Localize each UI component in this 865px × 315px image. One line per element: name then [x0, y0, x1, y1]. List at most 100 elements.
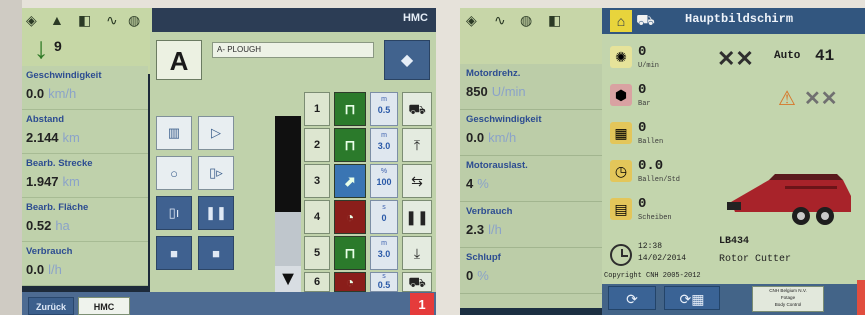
sequence-row[interactable]: 3 ⬈ % 100 ⇆	[304, 164, 434, 198]
row-value[interactable]: m 3.0	[370, 128, 398, 162]
refresh-button[interactable]: ⟳	[608, 286, 656, 310]
grid-icon: ▦	[691, 291, 705, 307]
metric-label: Schlupf	[466, 252, 501, 263]
sequence-row[interactable]: 2 ⊓ m 3.0 ⤒	[304, 128, 434, 162]
refresh-icon: ⟳	[626, 291, 638, 307]
refresh-icon: ⟳	[679, 291, 692, 307]
back-tab[interactable]: Zurück	[28, 297, 74, 315]
implement-lift-icon[interactable]: ⤒	[402, 128, 432, 162]
pause-icon: ❚❚	[205, 205, 227, 220]
row-mode-button[interactable]: ⊓	[334, 92, 366, 126]
sequence-row[interactable]: 6 ◔ s 0.5 ⛟	[304, 272, 434, 292]
row-mode-button[interactable]: ◔	[334, 200, 366, 234]
pto-icon: ◧	[78, 12, 92, 28]
metric-slip: Schlupf 0%	[460, 248, 602, 294]
row-mode-button[interactable]: ◔	[334, 272, 366, 292]
clock-hand	[621, 255, 628, 257]
diff-lock-icon: ◈	[26, 12, 37, 28]
screenshot-stage: ◈ ▲ ◧ ∿ ◍ ↓ 9 HMC Geschwindigkeit 0.0 km/…	[0, 0, 865, 315]
implement-icon: ▥	[167, 125, 181, 140]
step-forward-icon: ▯▹	[209, 165, 223, 180]
metric-value: 2.144 km	[26, 130, 80, 145]
stop-button[interactable]: ■	[156, 236, 192, 270]
play-button[interactable]: ▷	[198, 116, 234, 150]
sequence-row[interactable]: 4 ◔ s0 ❚❚	[304, 200, 434, 234]
main-screen: ◈ ∿ ◍ ◧ ⛟ ⌂ Hauptbildschirm Motordrehz. …	[460, 8, 865, 315]
metrics-sidebar: Motordrehz. 850 U/min Geschwindigkeit 0.0…	[460, 64, 602, 308]
hitch-icon[interactable]: ⇆	[402, 164, 432, 198]
sequence-slider[interactable]: ▼	[275, 116, 301, 292]
baler-model: LB434	[719, 236, 750, 247]
current-time: 12:38	[638, 242, 663, 251]
play-icon: ▷	[211, 125, 221, 140]
metric-value: 0%	[466, 268, 489, 283]
metric-speed: Geschwindigkeit 0.0 km/h	[460, 110, 602, 156]
row-value[interactable]: s0	[370, 200, 398, 234]
auto-value: 41	[815, 47, 835, 65]
metric-label: Verbrauch	[466, 206, 513, 217]
pulse-icon: ⊓	[344, 245, 356, 261]
metric-value: 0.52 ha	[26, 218, 70, 233]
pause-button[interactable]: ❚❚	[198, 196, 234, 230]
metric-consumption: Verbrauch 2.3 l/h	[460, 202, 602, 248]
wheel-icon: ◍	[128, 12, 141, 28]
implement-name-field[interactable]: A- PLOUGH	[212, 42, 374, 58]
stop-icon: ■	[212, 245, 220, 261]
slider-down-arrow-icon[interactable]: ▼	[275, 266, 301, 292]
baler-stripe	[785, 186, 837, 189]
tractor-icon[interactable]: ⛟	[402, 92, 432, 126]
learn-icon: ▯ı	[168, 205, 180, 220]
pulse-icon: ⊓	[344, 137, 356, 153]
row-value[interactable]: m 3.0	[370, 236, 398, 270]
implement-letter-button[interactable]: A	[156, 40, 202, 80]
pause-icon[interactable]: ❚❚	[402, 200, 432, 234]
metric-label: Motordrehz.	[466, 68, 521, 79]
row-mode-button[interactable]: ⬈	[334, 164, 366, 198]
metric-value: 2.3 l/h	[466, 222, 502, 237]
lower-icon[interactable]: ⤓	[402, 236, 432, 270]
diff-lock-icon: ◈	[466, 12, 477, 28]
metric-engine-speed: Motordrehz. 850 U/min	[460, 64, 602, 110]
knives-off-icon: ✕✕	[717, 46, 754, 71]
navigate-button[interactable]: ◆	[384, 40, 430, 80]
stop-icon: ■	[170, 245, 178, 261]
sequence-row[interactable]: 5 ⊓ m 3.0 ⤓	[304, 236, 434, 270]
row-mode-button[interactable]: ⊓	[334, 236, 366, 270]
learn-button[interactable]: ▯ı	[156, 196, 192, 230]
metric-label: Abstand	[26, 114, 64, 125]
metric-label: Verbrauch	[26, 246, 73, 257]
row-value[interactable]: m 0.5	[370, 92, 398, 126]
hmc-tab[interactable]: HMC	[78, 297, 130, 315]
knives-disabled-icon: ✕✕	[804, 88, 838, 110]
metric-label: Geschwindigkeit	[26, 70, 102, 81]
step-button[interactable]: ▯▹	[198, 156, 234, 190]
warning-icon: ▲	[50, 12, 64, 28]
sequence-row[interactable]: 1 ⊓ m 0.5 ⛟	[304, 92, 434, 126]
diamond-arrow-icon: ◆	[400, 52, 414, 69]
row-mode-button[interactable]: ⊓	[334, 128, 366, 162]
metric-value: 4%	[466, 176, 489, 191]
row-number: 1	[304, 92, 330, 126]
warning-icon: ⚠	[778, 88, 796, 110]
implement-action-button[interactable]: ▥	[156, 116, 192, 150]
metric-distance: Abstand 2.144 km	[22, 110, 148, 154]
info-box: CNH Belgium N.V. Fotage Body Control	[752, 286, 824, 312]
red-edge-marker	[857, 280, 865, 315]
metric-value: 850 U/min	[466, 84, 526, 99]
stop-button-2[interactable]: ■	[198, 236, 234, 270]
signal-icon: ∿	[494, 12, 506, 28]
row-value[interactable]: % 100	[370, 164, 398, 198]
pulse-icon: ⊓	[344, 101, 356, 117]
clock-icon: ◔	[345, 209, 355, 225]
grid-menu-button[interactable]: ⟳▦	[664, 286, 720, 310]
metric-speed: Geschwindigkeit 0.0 km/h	[22, 66, 148, 110]
tractor-icon[interactable]: ⛟	[402, 272, 432, 292]
row-value[interactable]: s 0.5	[370, 272, 398, 292]
status-icon-panel: ◈ ∿ ◍ ◧	[460, 8, 602, 64]
record-button[interactable]: ○	[156, 156, 192, 190]
flakes-icon: ▤	[610, 198, 632, 220]
metric-label: Bearb. Fläche	[26, 202, 89, 213]
home-icon[interactable]: ⌂	[610, 10, 632, 32]
hitch-up-icon: ⬈	[344, 173, 356, 189]
metrics-sidebar: Geschwindigkeit 0.0 km/h Abstand 2.144 km …	[22, 66, 148, 286]
